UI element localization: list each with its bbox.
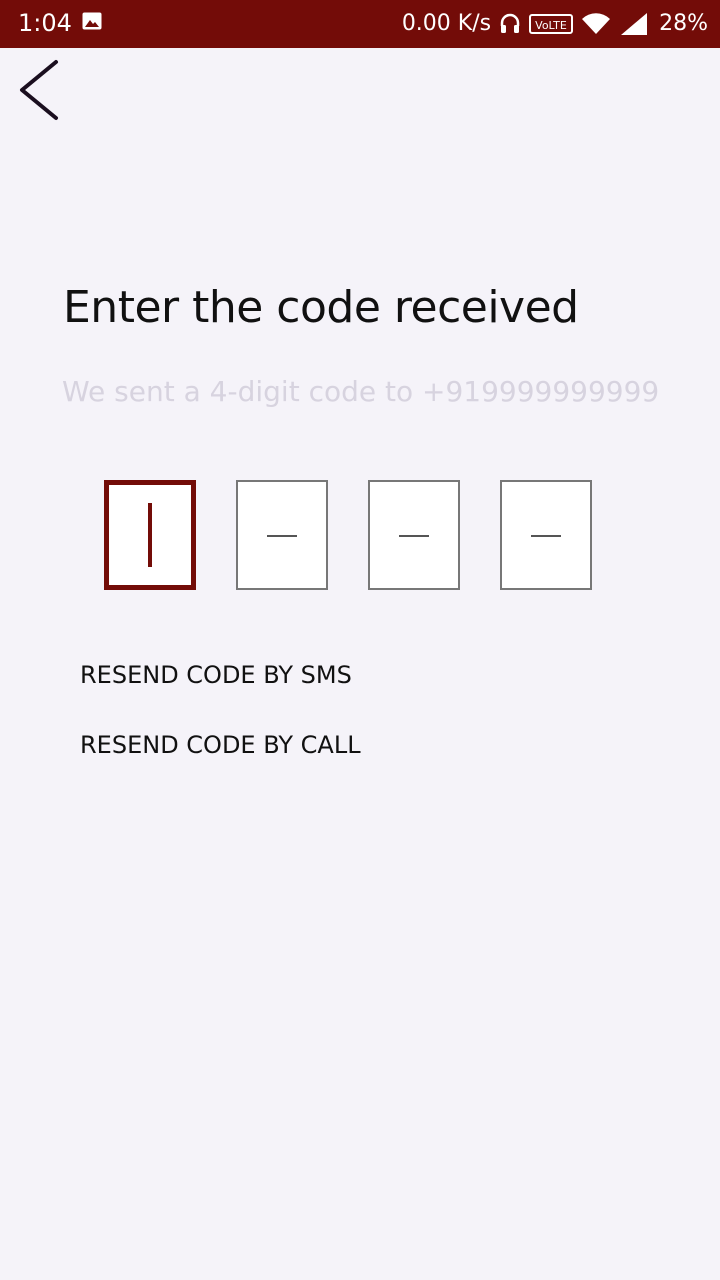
chevron-left-icon [20, 60, 58, 120]
placeholder-dash [267, 535, 297, 537]
svg-text:VoLTE: VoLTE [535, 19, 567, 32]
back-button[interactable] [12, 56, 68, 124]
status-time: 1:04 [18, 9, 72, 37]
battery-level: 28% [659, 11, 708, 36]
signal-icon [621, 13, 648, 35]
text-caret [148, 503, 152, 567]
volte-icon: VoLTE [529, 14, 574, 34]
photo-icon [82, 12, 102, 30]
net-speed: 0.00 K/s [401, 11, 492, 36]
placeholder-dash [399, 535, 429, 537]
placeholder-dash [531, 535, 561, 537]
resend-call-button[interactable]: RESEND CODE BY CALL [80, 728, 361, 762]
status-bar: 1:04 0.00 K/s VoLTE 28% [0, 0, 720, 48]
page-title: Enter the code received [63, 282, 579, 333]
otp-screen: 1:04 0.00 K/s VoLTE 28% Enter the code r… [0, 0, 720, 1280]
page-subtitle: We sent a 4-digit code to +919999999999 [62, 375, 660, 408]
code-digit-2-input[interactable] [236, 480, 328, 590]
code-digit-3-input[interactable] [368, 480, 460, 590]
code-digit-1-input[interactable] [104, 480, 196, 590]
headset-icon [500, 13, 520, 33]
code-digit-4-input[interactable] [500, 480, 592, 590]
wifi-icon [582, 13, 611, 35]
status-right-group: 0.00 K/s VoLTE 28% [402, 8, 708, 40]
resend-sms-button[interactable]: RESEND CODE BY SMS [80, 658, 352, 692]
